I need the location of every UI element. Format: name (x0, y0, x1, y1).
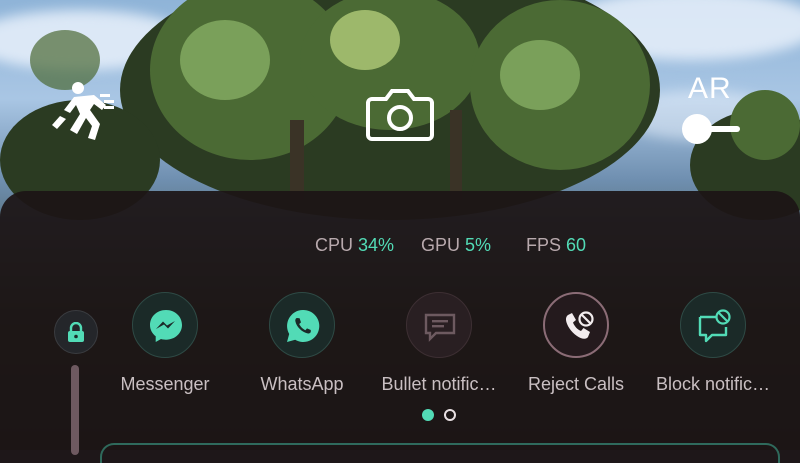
whatsapp-icon (287, 309, 320, 342)
app-whatsapp[interactable]: WhatsApp (232, 292, 372, 402)
app-icon-circle (406, 292, 472, 358)
ar-label: AR (688, 72, 732, 105)
bullet-notification-icon (424, 313, 456, 342)
page-indicator (422, 409, 462, 423)
app-messenger[interactable]: Messenger (95, 292, 235, 402)
stat-label: CPU (315, 235, 354, 255)
block-notification-icon (698, 309, 731, 343)
app-label: Bullet notific… (381, 374, 497, 394)
page-dot-active[interactable] (422, 409, 434, 421)
app-label: Block notific… (655, 374, 771, 394)
stat-cpu: CPU 34% (315, 235, 394, 256)
app-block-notification[interactable]: Block notific… (643, 292, 783, 402)
stat-value: 60 (566, 235, 587, 255)
reject-calls-icon (565, 311, 594, 339)
app-icon-circle (543, 292, 609, 358)
lock-button[interactable] (54, 310, 98, 354)
app-label: WhatsApp (260, 374, 344, 394)
app-reject-calls[interactable]: Reject Calls (506, 292, 646, 402)
stat-label: GPU (421, 235, 461, 255)
app-icon-circle (132, 292, 198, 358)
ar-toggle[interactable] (682, 114, 742, 144)
app-label: Reject Calls (527, 374, 625, 394)
next-section-card[interactable] (100, 443, 780, 463)
messenger-icon (150, 310, 182, 342)
stat-value: 34% (358, 235, 395, 255)
scroll-rail[interactable] (71, 365, 79, 455)
running-person-icon[interactable] (50, 80, 116, 142)
app-label: Messenger (120, 374, 210, 394)
app-icon-circle (680, 292, 746, 358)
stat-fps: FPS 60 (526, 235, 586, 256)
game-toolbox-panel: CPU 34% GPU 5% FPS 60 Messenger WhatsApp… (0, 191, 800, 463)
lock-icon (68, 322, 84, 342)
page-dot-inactive[interactable] (444, 409, 456, 421)
ar-toggle-knob (682, 114, 712, 144)
stat-label: FPS (526, 235, 562, 255)
stat-value: 5% (465, 235, 492, 255)
app-bullet-notification[interactable]: Bullet notific… (369, 292, 509, 402)
stat-gpu: GPU 5% (421, 235, 491, 256)
app-icon-circle (269, 292, 335, 358)
camera-icon[interactable] (366, 87, 434, 141)
